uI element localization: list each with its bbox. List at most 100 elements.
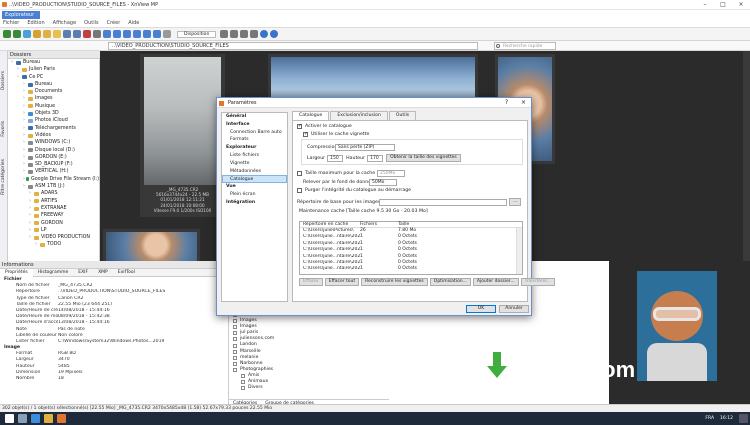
expand-arrow-icon[interactable]: › — [23, 183, 27, 190]
settings-icon[interactable] — [250, 30, 259, 38]
tree-node[interactable]: › ADARS — [8, 190, 99, 197]
notification-icon[interactable] — [739, 414, 748, 423]
settings-nav-item[interactable]: Intégration — [222, 199, 287, 207]
expand-arrow-icon[interactable]: › — [23, 176, 25, 183]
tree-node[interactable]: › Téléchargements — [8, 125, 99, 132]
xnview-icon[interactable] — [57, 414, 66, 423]
tree-node[interactable]: › Disque local (D:) — [8, 147, 99, 154]
expand-arrow-icon[interactable]: › — [23, 168, 27, 175]
minimize-icon[interactable]: – — [696, 0, 714, 10]
info-icon[interactable] — [260, 30, 269, 38]
expand-arrow-icon[interactable]: › — [23, 117, 27, 124]
menu-edit[interactable]: Edition — [27, 20, 44, 26]
expand-arrow-icon[interactable]: › — [29, 234, 33, 241]
expand-arrow-icon[interactable]: › — [35, 241, 39, 248]
forward-icon[interactable] — [13, 30, 21, 38]
tree-node[interactable]: › Objets 3D — [8, 110, 99, 117]
tree-node[interactable]: › Julien Paris — [8, 66, 99, 73]
category-checkbox[interactable] — [233, 361, 237, 366]
thumbnail-item[interactable]: _MG_4735.CR2 5616x3744x24 - 22.5 MB 01/0… — [140, 54, 225, 217]
scrollbar[interactable] — [743, 51, 750, 261]
category-checkbox[interactable] — [233, 331, 237, 336]
about-icon[interactable] — [270, 30, 279, 38]
address-input[interactable]: ..\VIDEO_PRODUCTION\STUDIO_SOURCE_FILES — [108, 42, 478, 50]
menu-file[interactable]: Fichier — [3, 20, 19, 26]
search-input[interactable]: Recherche rapide — [494, 42, 556, 50]
cache-row[interactable]: C:\Users\julie...ntaire\2024\...1 0 Octet… — [300, 266, 522, 272]
compare-icon[interactable] — [123, 30, 131, 38]
category-checkbox[interactable] — [233, 367, 237, 372]
clear-all-button[interactable]: Effacer tout — [324, 278, 360, 286]
thumbnail-item[interactable] — [103, 229, 200, 261]
share-icon[interactable] — [153, 30, 161, 38]
tab-catalogue[interactable]: Catalogue — [292, 111, 330, 120]
settings-nav-item[interactable]: Liste fichiers — [222, 152, 287, 160]
tree-node[interactable]: › EXTRANAE — [8, 205, 99, 212]
expand-arrow-icon[interactable]: › — [29, 212, 33, 219]
expand-arrow-icon[interactable]: › — [29, 190, 33, 197]
ok-button[interactable]: OK — [466, 305, 496, 313]
category-checkbox[interactable] — [241, 373, 245, 378]
maximize-icon[interactable]: □ — [714, 0, 732, 10]
settings-nav-item[interactable]: Catalogue — [222, 175, 287, 184]
category-checkbox[interactable] — [233, 355, 237, 360]
tree-node[interactable]: › Google Drive File Stream (I:) — [8, 176, 99, 183]
height-field[interactable]: 170 — [367, 154, 384, 162]
max-cache-field[interactable]: 250Mo — [377, 170, 405, 177]
view-icon[interactable] — [220, 30, 229, 38]
tree-node[interactable]: › Ce PC — [8, 74, 99, 81]
tab-tools[interactable]: Outils — [388, 111, 417, 120]
layout-dropdown[interactable]: Disposition — [177, 30, 217, 38]
tab-explorer[interactable]: Explorateur — [2, 11, 40, 19]
expand-arrow-icon[interactable]: › — [23, 147, 27, 154]
purge-checkbox[interactable] — [297, 188, 302, 193]
expand-arrow-icon[interactable]: › — [29, 205, 33, 212]
browser-icon[interactable] — [31, 414, 40, 423]
rebuild-thumbs-button[interactable]: Reconstruire les vignettes — [361, 278, 428, 286]
tree-node[interactable]: › VERTICAL (H:) — [8, 168, 99, 175]
expand-arrow-icon[interactable]: › — [23, 81, 27, 88]
expand-arrow-icon[interactable]: › — [17, 66, 21, 73]
tab-exiftool[interactable]: ExifTool — [113, 269, 140, 277]
expand-arrow-icon[interactable]: › — [23, 88, 27, 95]
settings-nav-item[interactable]: Vignette — [222, 160, 287, 168]
taskview-icon[interactable] — [18, 414, 27, 423]
tree-node[interactable]: › Bureau — [8, 81, 99, 88]
category-item[interactable]: Divers — [230, 385, 380, 391]
settings-nav-item[interactable]: Explorateur — [222, 144, 287, 152]
expand-arrow-icon[interactable]: › — [23, 161, 27, 168]
tab-exif[interactable]: EXIF — [73, 269, 93, 277]
refresh-icon[interactable] — [23, 30, 31, 38]
settings-nav-item[interactable]: Interface — [222, 121, 287, 129]
expand-arrow-icon[interactable]: › — [23, 132, 27, 139]
width-field[interactable]: 150 — [327, 154, 344, 162]
dialog-close-icon[interactable]: × — [521, 98, 526, 108]
language-indicator[interactable]: FRA — [705, 416, 714, 421]
settings-nav-item[interactable]: Vue — [222, 183, 287, 191]
optimize-button[interactable]: Optimisation... — [429, 278, 471, 286]
transfer-button[interactable]: Transférer... — [520, 278, 556, 286]
start-icon[interactable] — [5, 414, 14, 423]
col-directory[interactable]: Répertoire en cache — [300, 222, 360, 227]
expand-arrow-icon[interactable]: › — [23, 103, 27, 110]
tree-node[interactable]: › Documents — [8, 88, 99, 95]
expand-arrow-icon[interactable]: › — [17, 74, 21, 81]
tree-node[interactable]: › Bureau — [8, 59, 99, 66]
tree-node[interactable]: › VIDEO PRODUCTION — [8, 234, 99, 241]
clock-time[interactable]: 16:12 — [720, 416, 733, 421]
slideshow-icon[interactable] — [103, 30, 111, 38]
close-icon[interactable]: × — [732, 0, 750, 10]
tree-node[interactable]: › ASM 1TB (J:) — [8, 183, 99, 190]
thumbnail-size-icon[interactable] — [240, 30, 249, 38]
settings-nav-item[interactable]: Plein écran — [222, 191, 287, 199]
compression-select[interactable]: Sans perte (ZIP) — [335, 144, 395, 151]
menu-view[interactable]: Affichage — [53, 20, 77, 26]
convert-icon[interactable] — [143, 30, 151, 38]
category-checkbox[interactable] — [233, 337, 237, 342]
tree-node[interactable]: › LP — [8, 227, 99, 234]
expand-arrow-icon[interactable]: › — [23, 154, 27, 161]
category-checkbox[interactable] — [241, 380, 245, 385]
tree-node[interactable]: › WINDOWS (C:) — [8, 139, 99, 146]
settings-nav-item[interactable]: Métadonnées — [222, 168, 287, 176]
menu-create[interactable]: Créer — [107, 20, 121, 26]
